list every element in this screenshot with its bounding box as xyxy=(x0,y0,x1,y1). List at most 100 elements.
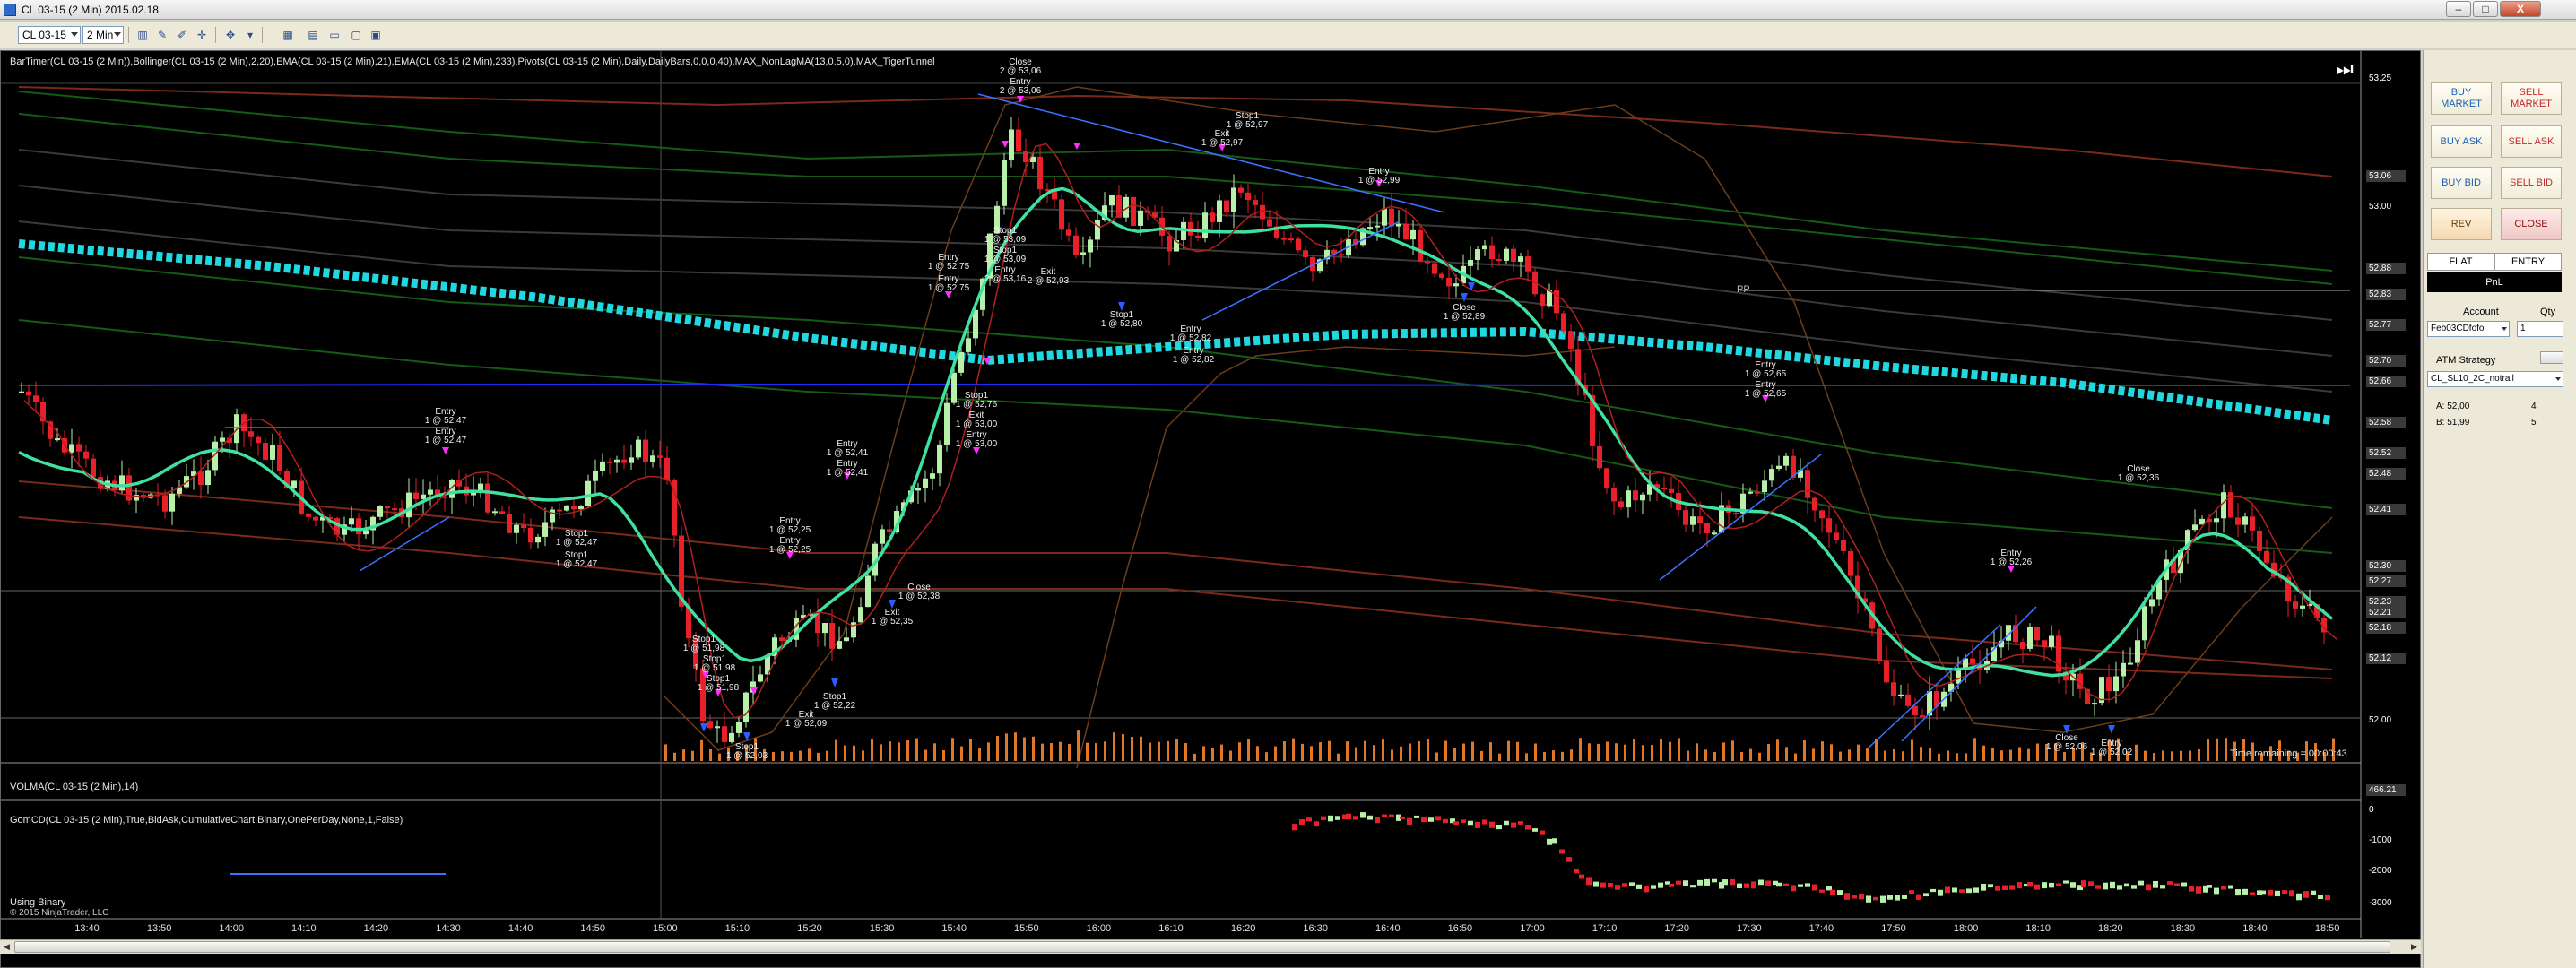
atm-strategy-select[interactable]: CL_SL10_2C_notrail xyxy=(2427,371,2563,387)
candle-body xyxy=(736,722,742,733)
candle-body xyxy=(1095,220,1100,240)
qty-stepper[interactable]: 1 xyxy=(2517,321,2563,337)
gomcd-bar xyxy=(1574,869,1579,874)
gomcd-bar xyxy=(1676,880,1681,885)
volume-bar xyxy=(1875,739,1878,761)
data-box-icon[interactable]: ▭ xyxy=(326,27,343,43)
sell-ask-button[interactable]: SELL ASK xyxy=(2501,125,2562,158)
gomcd-bar xyxy=(1532,828,1538,832)
strategies-icon[interactable]: ▦ xyxy=(280,27,296,43)
volume-bar xyxy=(1561,751,1564,761)
buy-market-line2: MARKET xyxy=(2441,99,2482,109)
volume-bar xyxy=(1364,740,1366,761)
properties-icon[interactable]: ▤ xyxy=(305,27,321,43)
price-axis-label: 52.70 xyxy=(2366,355,2406,367)
time-axis-label: 18:40 xyxy=(2242,923,2268,934)
candle-body xyxy=(887,529,892,532)
gomcd-bar xyxy=(1559,849,1565,854)
volume-bar xyxy=(1247,739,1250,761)
volume-bar xyxy=(1579,738,1582,761)
bar-type-icon[interactable]: ▥ xyxy=(134,27,151,43)
candle-body xyxy=(923,478,928,488)
close-position-button[interactable]: CLOSE xyxy=(2501,208,2562,240)
crosshair-icon[interactable]: ✛ xyxy=(194,27,210,43)
account-select[interactable]: Feb03CDfofol xyxy=(2427,321,2510,337)
volume-bar xyxy=(1104,741,1106,761)
candle-body xyxy=(428,489,433,495)
gomcd-bar xyxy=(2260,890,2266,895)
volume-bar xyxy=(2198,748,2200,761)
gomcd-bar xyxy=(1367,815,1373,820)
volume-bar xyxy=(1704,749,1707,761)
volume-bar xyxy=(1731,740,1734,761)
volume-value-label: 466.21 xyxy=(2366,784,2406,796)
volume-bar xyxy=(2135,744,2138,761)
gomcd-bar xyxy=(1496,825,1502,830)
volume-bar xyxy=(1140,736,1142,761)
sell-market-button[interactable]: SELL MARKET xyxy=(2501,82,2562,115)
indicators-icon[interactable]: ▾ xyxy=(242,27,258,43)
restore-icon[interactable]: ▣ xyxy=(368,27,384,43)
candle-body xyxy=(1231,187,1236,212)
price-chart[interactable]: 13:40 13:50 14:00 14:10 14:20 14:30 14:40 14:50… xyxy=(0,50,2421,968)
volume-bar xyxy=(1740,752,1743,761)
close-window-button[interactable]: X xyxy=(2500,1,2541,17)
trade-annotation-text: 1 @ 52,97 xyxy=(1226,120,1269,130)
gomcd-bar xyxy=(1837,890,1843,895)
gomcd-bar xyxy=(1923,893,1929,897)
candle-body xyxy=(76,444,82,452)
candle-body xyxy=(593,471,598,481)
toolbar-separator xyxy=(262,27,263,43)
gomcd-bar xyxy=(2110,881,2115,889)
buy-ask-button[interactable]: BUY ASK xyxy=(2431,125,2492,158)
volume-bar xyxy=(1023,737,1026,761)
reverse-button[interactable]: REV xyxy=(2431,208,2492,240)
volume-bar xyxy=(1328,740,1331,761)
scroll-right-icon[interactable]: ▶ xyxy=(2407,940,2421,954)
candle-body xyxy=(2250,516,2255,531)
candle-body xyxy=(1016,129,1021,152)
buy-bid-button[interactable]: BUY BID xyxy=(2431,167,2492,199)
gomcd-bar xyxy=(1776,882,1782,887)
horizontal-scrollbar[interactable]: ◀ ▶ xyxy=(0,939,2421,954)
bid-size: 5 xyxy=(2531,418,2537,428)
chart-canvas[interactable]: 13:40 13:50 14:00 14:10 14:20 14:30 14:40 14:50… xyxy=(1,51,2422,938)
candle-body xyxy=(1561,313,1566,332)
candle-body xyxy=(514,524,519,533)
candle-body xyxy=(220,437,225,442)
volume-bar xyxy=(1722,742,1725,761)
candle-body xyxy=(2113,676,2119,692)
minimize-button[interactable]: – xyxy=(2446,1,2471,17)
volume-bar xyxy=(978,748,981,761)
candle-body xyxy=(1296,238,1301,251)
cursor-icon[interactable]: ✥ xyxy=(222,27,239,43)
scrollbar-thumb[interactable] xyxy=(14,941,2390,953)
candle-body xyxy=(614,459,620,463)
atm-options-button[interactable] xyxy=(2540,351,2563,364)
volume-bar xyxy=(2189,750,2191,761)
window-linking-icon[interactable]: ▢ xyxy=(348,27,364,43)
instrument-select[interactable]: CL 03-15 xyxy=(18,26,81,44)
volume-bar xyxy=(1687,750,1689,761)
buy-market-button[interactable]: BUY MARKET xyxy=(2431,82,2492,115)
candle-body xyxy=(1396,223,1401,227)
interval-select[interactable]: 2 Min xyxy=(82,26,124,44)
gomcd-bar xyxy=(1306,817,1312,822)
skip-to-end-icon[interactable]: ⏭ xyxy=(2336,58,2357,80)
pencil-icon[interactable]: ✐ xyxy=(174,27,190,43)
draw-icon[interactable]: ✎ xyxy=(154,27,170,43)
volume-bar xyxy=(1956,753,1958,761)
chevron-down-icon xyxy=(114,32,121,37)
candle-body xyxy=(1131,196,1136,226)
scroll-left-icon[interactable]: ◀ xyxy=(0,940,13,954)
maximize-button[interactable]: □ xyxy=(2473,1,2498,17)
gomcd-bar xyxy=(2250,892,2255,895)
candle-body xyxy=(1690,516,1696,525)
time-axis-label: 17:30 xyxy=(1737,923,1762,934)
sell-bid-button[interactable]: SELL BID xyxy=(2501,167,2562,199)
gomcd-bar xyxy=(1489,821,1495,828)
candle-body xyxy=(1805,470,1810,498)
volume-bar xyxy=(1346,741,1349,761)
trade-annotation-text: 2 @ 52,93 xyxy=(1027,276,1070,286)
volume-bar xyxy=(996,735,999,761)
